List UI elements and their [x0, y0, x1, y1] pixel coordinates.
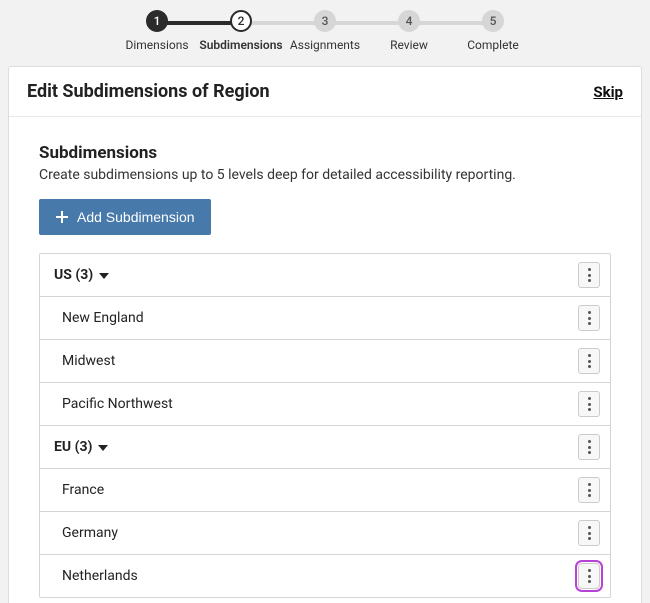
step-connector [325, 21, 409, 25]
step-connector [157, 21, 241, 25]
item-label: New England [54, 310, 144, 326]
item-label: Germany [54, 525, 118, 541]
group-label: EU (3) [54, 439, 92, 455]
step-connector [409, 21, 493, 25]
more-vertical-icon [588, 268, 591, 282]
row-actions-button[interactable] [578, 563, 600, 589]
row-actions-button[interactable] [578, 520, 600, 546]
row-actions-button[interactable] [578, 391, 600, 417]
more-vertical-icon [588, 569, 591, 583]
step-review[interactable]: 4 Review [367, 10, 451, 52]
step-subdimensions[interactable]: 2 Subdimensions [199, 10, 283, 52]
list-item[interactable]: New England [40, 297, 610, 340]
row-actions-button[interactable] [578, 262, 600, 288]
list-item[interactable]: France [40, 469, 610, 512]
list-item[interactable]: Pacific Northwest [40, 383, 610, 426]
item-label: France [54, 482, 104, 498]
step-number: 4 [398, 10, 420, 32]
card-body: Subdimensions Create subdimensions up to… [9, 117, 641, 603]
more-vertical-icon [588, 354, 591, 368]
row-actions-button[interactable] [578, 348, 600, 374]
step-number: 3 [314, 10, 336, 32]
step-connector [241, 21, 325, 25]
wizard-stepper: 1 Dimensions 2 Subdimensions 3 Assignmen… [0, 0, 650, 58]
list-item[interactable]: Midwest [40, 340, 610, 383]
group-label: US (3) [54, 267, 93, 283]
section-description: Create subdimensions up to 5 levels deep… [39, 167, 611, 183]
item-label: Pacific Northwest [54, 396, 173, 412]
more-vertical-icon [588, 440, 591, 454]
more-vertical-icon [588, 397, 591, 411]
skip-link[interactable]: Skip [593, 83, 623, 101]
caret-down-icon [98, 439, 108, 455]
step-label: Dimensions [125, 38, 188, 52]
step-assignments[interactable]: 3 Assignments [283, 10, 367, 52]
step-complete[interactable]: 5 Complete [451, 10, 535, 52]
card-title: Edit Subdimensions of Region [27, 81, 270, 102]
step-label: Subdimensions [199, 38, 282, 52]
row-actions-button[interactable] [578, 477, 600, 503]
more-vertical-icon [588, 311, 591, 325]
add-subdimension-button[interactable]: Add Subdimension [39, 199, 211, 235]
plus-icon [55, 210, 69, 224]
step-dimensions[interactable]: 1 Dimensions [115, 10, 199, 52]
item-label: Midwest [54, 353, 115, 369]
edit-subdimensions-card: Edit Subdimensions of Region Skip Subdim… [8, 66, 642, 603]
caret-down-icon [99, 267, 109, 283]
row-actions-button[interactable] [578, 434, 600, 460]
group-row-us[interactable]: US (3) [40, 254, 610, 297]
section-heading: Subdimensions [39, 143, 611, 163]
step-number: 2 [230, 10, 252, 32]
step-label: Review [390, 38, 428, 52]
more-vertical-icon [588, 483, 591, 497]
group-row-eu[interactable]: EU (3) [40, 426, 610, 469]
item-label: Netherlands [54, 568, 138, 584]
more-vertical-icon [588, 526, 591, 540]
add-subdimension-label: Add Subdimension [77, 209, 195, 225]
subdimension-list: US (3) New England Midwest [39, 253, 611, 598]
list-item[interactable]: Germany [40, 512, 610, 555]
list-item[interactable]: Netherlands [40, 555, 610, 597]
card-header: Edit Subdimensions of Region Skip [9, 67, 641, 117]
step-number: 5 [482, 10, 504, 32]
step-number: 1 [146, 10, 168, 32]
row-actions-button[interactable] [578, 305, 600, 331]
step-label: Assignments [290, 38, 360, 52]
step-label: Complete [467, 38, 519, 52]
